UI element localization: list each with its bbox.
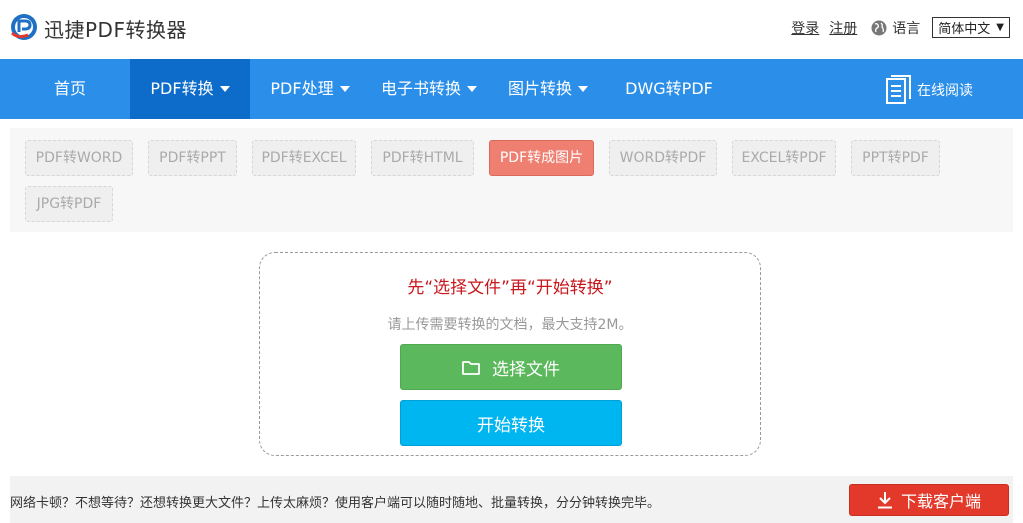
nav-item-pdf-convert[interactable]: PDF转换 bbox=[130, 59, 250, 119]
language-select[interactable]: 简体中文 ▼ bbox=[932, 17, 1010, 38]
tab-excel-to-pdf[interactable]: EXCEL转PDF bbox=[732, 140, 836, 176]
upload-hint: 请上传需要转换的文档，最大支持2M。 bbox=[387, 317, 633, 333]
tab-jpg-to-pdf[interactable]: JPG转PDF bbox=[25, 186, 113, 222]
select-file-label: 选择文件 bbox=[492, 359, 560, 380]
nav-item-image-convert[interactable]: 图片转换 bbox=[498, 59, 598, 119]
online-read-button[interactable]: 在线阅读 bbox=[885, 75, 973, 105]
download-client-button[interactable]: 下载客户端 bbox=[849, 484, 1009, 516]
nav-item-label: 电子书转换 bbox=[380, 79, 461, 98]
nav-item-home[interactable]: 首页 bbox=[28, 59, 112, 119]
select-file-button[interactable]: 选择文件 bbox=[400, 344, 622, 390]
start-convert-button[interactable]: 开始转换 bbox=[400, 400, 622, 446]
online-read-label: 在线阅读 bbox=[917, 83, 973, 99]
nav-item-pdf-process[interactable]: PDF处理 bbox=[256, 59, 364, 119]
tab-pdf-to-excel[interactable]: PDF转EXCEL bbox=[252, 140, 356, 176]
top-header: 迅捷PDF转换器 登录 注册 语言 简体中文 ▼ bbox=[0, 0, 1023, 59]
tab-pdf-to-word[interactable]: PDF转WORD bbox=[25, 140, 133, 176]
login-link[interactable]: 登录 bbox=[791, 18, 819, 38]
nav-item-dwg-to-pdf[interactable]: DWG转PDF bbox=[614, 59, 724, 119]
caret-down-icon bbox=[578, 85, 588, 92]
start-convert-label: 开始转换 bbox=[477, 415, 545, 436]
upload-headline: 先“选择文件”再“开始转换” bbox=[407, 278, 613, 298]
account-links: 登录 注册 语言 简体中文 ▼ bbox=[791, 17, 1010, 38]
nav-item-label: PDF转换 bbox=[150, 79, 214, 98]
caret-down-icon bbox=[339, 85, 350, 92]
brand-title: 迅捷PDF转换器 bbox=[44, 18, 187, 42]
caret-down-icon bbox=[219, 85, 230, 92]
nav-item-label: DWG转PDF bbox=[625, 79, 713, 98]
tab-pdf-to-ppt[interactable]: PDF转PPT bbox=[148, 140, 237, 176]
register-link[interactable]: 注册 bbox=[829, 18, 857, 38]
upload-panel: 先“选择文件”再“开始转换” 请上传需要转换的文档，最大支持2M。 选择文件 开… bbox=[259, 252, 761, 456]
nav-item-label: 图片转换 bbox=[507, 79, 572, 98]
nav-item-ebook-convert[interactable]: 电子书转换 bbox=[370, 59, 488, 119]
dropdown-arrow-icon: ▼ bbox=[996, 22, 1004, 33]
download-icon bbox=[877, 492, 892, 509]
client-promo-bar: 网络卡顿？不想等待？还想转换更大文件？上传太麻烦？使用客户端可以随时随地、批量转… bbox=[10, 476, 1013, 523]
tab-word-to-pdf[interactable]: WORD转PDF bbox=[609, 140, 717, 176]
download-client-label: 下载客户端 bbox=[900, 492, 981, 511]
conversion-tabs: PDF转WORD PDF转PPT PDF转EXCEL PDF转HTML PDF转… bbox=[10, 128, 1013, 232]
globe-icon bbox=[871, 20, 887, 35]
main-nav: 首页 PDF转换 PDF处理 电子书转换 图片转换 DWG转PDF 在线阅读 bbox=[0, 59, 1023, 119]
nav-item-label: 首页 bbox=[53, 79, 86, 98]
nav-item-label: PDF处理 bbox=[270, 79, 334, 98]
promo-text: 网络卡顿？不想等待？还想转换更大文件？上传太麻烦？使用客户端可以随时随地、批量转… bbox=[10, 496, 661, 511]
language-value: 简体中文 bbox=[938, 22, 991, 37]
tab-ppt-to-pdf[interactable]: PPT转PDF bbox=[851, 140, 940, 176]
tab-pdf-to-html[interactable]: PDF转HTML bbox=[371, 140, 474, 176]
document-icon bbox=[886, 75, 911, 104]
folder-icon bbox=[462, 360, 480, 375]
caret-down-icon bbox=[467, 85, 477, 92]
language-label: 语言 bbox=[892, 20, 921, 37]
tab-pdf-to-image[interactable]: PDF转成图片 bbox=[489, 140, 594, 176]
app-logo-icon bbox=[10, 14, 37, 40]
